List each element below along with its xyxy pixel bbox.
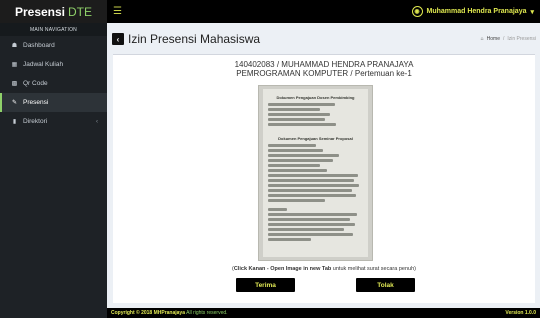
hamburger-icon[interactable]: ☰: [113, 6, 122, 17]
course-info: PEMROGRAMAN KOMPUTER / Pertemuan ke-1: [236, 69, 412, 78]
sidebar-item-label: Qr Code: [23, 80, 48, 87]
sidebar: MAIN NAVIGATION ☗ Dashboard ▦ Jadwal Kul…: [0, 23, 107, 318]
brand-suffix: DTE: [68, 4, 93, 19]
app-logo[interactable]: Presensi DTE: [0, 0, 107, 23]
calendar-icon: ▦: [11, 62, 18, 68]
user-name: Muhammad Hendra Pranajaya: [426, 8, 527, 15]
scanned-document: Dokumen Pengajuan Dosen Pembimbing Dokum…: [263, 89, 368, 257]
scan-heading-2: Dokumen Pengajuan Seminar Proposal: [278, 136, 353, 141]
student-info: 140402083 / MUHAMMAD HENDRA PRANAJAYA: [234, 60, 414, 69]
page-title: Izin Presensi Mahasiswa: [128, 32, 261, 46]
chevron-left-icon: ‹: [96, 118, 98, 125]
sidebar-item-direktori[interactable]: ▮ Direktori ‹: [0, 112, 107, 131]
sidebar-item-label: Dashboard: [23, 42, 55, 49]
open-image-hint: (Click Kanan - Open Image in new Tab unt…: [232, 266, 416, 272]
sidebar-item-label: Direktori: [23, 118, 48, 125]
content-header: ‹ Izin Presensi Mahasiswa ⌂ Home / Izin …: [107, 23, 540, 55]
user-menu[interactable]: ◉ Muhammad Hendra Pranajaya ▾: [411, 6, 534, 17]
permission-letter-image[interactable]: Dokumen Pengajuan Dosen Pembimbing Dokum…: [258, 85, 373, 261]
breadcrumb: ⌂ Home / Izin Presensi: [481, 36, 536, 42]
sidebar-item-presensi[interactable]: ✎ Presensi: [0, 93, 107, 112]
scan-heading-1: Dokumen Pengajuan Dosen Pembimbing: [276, 95, 355, 100]
sidebar-item-label: Presensi: [23, 99, 49, 106]
version: Version 1.0.0: [505, 310, 536, 316]
caret-down-icon: ▾: [530, 8, 534, 16]
brand-name: Presensi: [14, 4, 66, 19]
dashboard-icon: ☗: [11, 43, 18, 49]
hint-rest: untuk melihat surat secara penuh: [332, 266, 415, 272]
sidebar-item-dashboard[interactable]: ☗ Dashboard: [0, 36, 107, 55]
home-icon: ⌂: [480, 36, 484, 42]
sidebar-item-label: Jadwal Kuliah: [23, 61, 64, 68]
book-icon: ▮: [12, 119, 17, 125]
footer: Copyright © 2018 MHPranajaya All rights …: [107, 308, 540, 318]
sidebar-item-jadwal-kuliah[interactable]: ▦ Jadwal Kuliah: [0, 55, 107, 74]
qrcode-icon: ▩: [11, 81, 18, 87]
breadcrumb-separator: /: [502, 36, 505, 42]
permission-box: 140402083 / MUHAMMAD HENDRA PRANAJAYA PE…: [113, 54, 535, 303]
reject-button[interactable]: Tolak: [356, 278, 415, 292]
edit-icon: ✎: [11, 100, 18, 106]
user-circle-icon: ◉: [411, 6, 423, 17]
hint-bold: Click Kanan - Open Image in new Tab: [233, 266, 332, 272]
breadcrumb-current: Izin Presensi: [507, 36, 536, 42]
top-navbar: ☰ ◉ Muhammad Hendra Pranajaya ▾: [107, 0, 540, 23]
back-button[interactable]: ‹: [112, 33, 124, 45]
breadcrumb-home-link[interactable]: Home: [487, 36, 500, 42]
copyright: Copyright © 2018 MHPranajaya All rights …: [111, 310, 228, 316]
sidebar-item-qr-code[interactable]: ▩ Qr Code: [0, 74, 107, 93]
owner-link[interactable]: MHPranajaya: [154, 310, 185, 316]
sidebar-header: MAIN NAVIGATION: [0, 23, 107, 36]
accept-button[interactable]: Terima: [236, 278, 295, 292]
